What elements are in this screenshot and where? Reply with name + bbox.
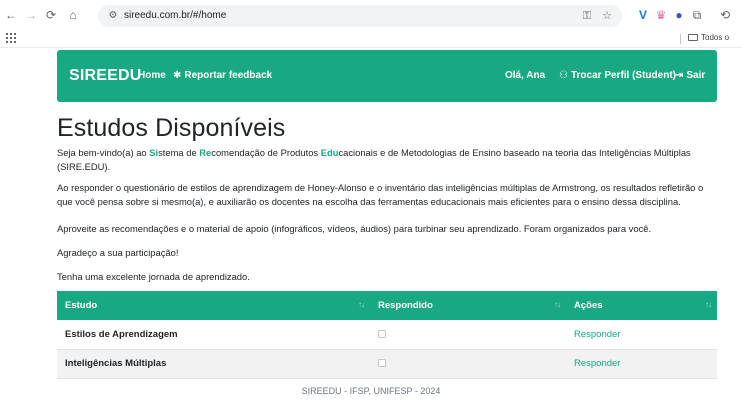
sort-icon[interactable]: ↑↓ bbox=[358, 300, 365, 309]
study-name: Estilos de Aprendizagem bbox=[57, 320, 370, 350]
bookmark-star-icon[interactable]: ☆ bbox=[600, 9, 614, 23]
bookmarks-bar: Todos o bbox=[0, 30, 742, 48]
user-greeting-label: Olá, Ana bbox=[505, 70, 546, 81]
sort-icon[interactable]: ↑↓ bbox=[554, 300, 561, 309]
table-row: Estilos de Aprendizagem Responder bbox=[57, 320, 717, 350]
instructions-paragraph: Ao responder o questionário de estilos d… bbox=[57, 182, 704, 207]
browser-toolbar: ← → ⟳ ⌂ ⚙ sireedu.com.br/#/home ⚿ ☆ V ♛ … bbox=[0, 0, 742, 30]
folder-icon bbox=[688, 34, 698, 41]
action-cell: Responder bbox=[566, 320, 717, 350]
apps-grid-icon[interactable] bbox=[6, 33, 16, 43]
extension-crown-icon[interactable]: ♛ bbox=[654, 8, 668, 22]
column-header-study[interactable]: Estudo ↑↓ bbox=[57, 291, 370, 320]
bookmark-folder-all[interactable]: Todos o bbox=[688, 33, 729, 42]
sort-icon[interactable]: ↑↓ bbox=[705, 300, 712, 309]
user-greeting: Olá, Ana bbox=[505, 70, 545, 81]
table-row: Inteligências Múltiplas Responder bbox=[57, 349, 717, 379]
respond-link[interactable]: Responder bbox=[574, 329, 620, 340]
brand-logo[interactable]: SIREEDU bbox=[69, 67, 142, 85]
column-header-actions[interactable]: Ações ↑↓ bbox=[566, 291, 717, 320]
answered-cell bbox=[370, 349, 566, 379]
answered-checkbox bbox=[378, 330, 386, 339]
studies-table: Estudo ↑↓ Respondido ↑↓ Ações ↑↓ Estilos… bbox=[57, 291, 717, 379]
bookmarks-divider bbox=[680, 34, 681, 44]
respond-link[interactable]: Responder bbox=[574, 358, 620, 369]
study-name: Inteligências Múltiplas bbox=[57, 349, 370, 379]
users-icon: ⚇ bbox=[559, 70, 568, 81]
page-title: Estudos Disponíveis bbox=[57, 114, 286, 142]
history-icon[interactable]: ⟲ bbox=[718, 8, 732, 22]
reload-icon[interactable]: ⟳ bbox=[44, 8, 58, 22]
intro-paragraph: Seja bem-vindo(a) ao Sistema de Recomend… bbox=[57, 147, 691, 172]
column-header-answered[interactable]: Respondido ↑↓ bbox=[370, 291, 566, 320]
site-settings-icon[interactable]: ⚙ bbox=[106, 9, 120, 23]
switch-profile-link[interactable]: ⚇ Trocar Perfil (Student) bbox=[559, 70, 676, 81]
password-key-icon[interactable]: ⚿ bbox=[580, 9, 594, 23]
answered-cell bbox=[370, 320, 566, 350]
table-header-row: Estudo ↑↓ Respondido ↑↓ Ações ↑↓ bbox=[57, 291, 717, 320]
forward-arrow-icon[interactable]: → bbox=[24, 8, 38, 22]
page-footer: SIREEDU - IFSP, UNIFESP - 2024 bbox=[301, 386, 441, 396]
logout-link[interactable]: ⇥ Sair bbox=[675, 70, 705, 81]
sign-out-icon: ⇥ bbox=[675, 70, 684, 81]
back-arrow-icon[interactable]: ← bbox=[4, 8, 18, 22]
nav-feedback-label: Reportar feedback bbox=[184, 70, 273, 81]
nav-feedback-link[interactable]: ✱ Reportar feedback bbox=[173, 70, 272, 81]
answered-checkbox bbox=[378, 359, 386, 368]
address-bar[interactable]: ⚙ sireedu.com.br/#/home ⚿ ☆ bbox=[98, 5, 622, 27]
bookmark-folder-label: Todos o bbox=[701, 33, 730, 42]
logout-label: Sair bbox=[686, 70, 706, 81]
switch-profile-label: Trocar Perfil (Student) bbox=[570, 70, 676, 81]
extensions-puzzle-icon[interactable]: ⧉ bbox=[690, 8, 704, 22]
nav-home-link[interactable]: Home bbox=[138, 70, 166, 81]
closing-paragraph: Tenha uma excelente jornada de aprendiza… bbox=[57, 271, 250, 282]
nav-home-label: Home bbox=[138, 70, 166, 81]
extension-circle-icon[interactable]: ● bbox=[672, 8, 686, 22]
extension-v-icon[interactable]: V bbox=[636, 8, 650, 22]
resources-paragraph: Aproveite as recomendações e o material … bbox=[57, 223, 652, 234]
bug-icon: ✱ bbox=[173, 70, 182, 81]
action-cell: Responder bbox=[566, 349, 717, 379]
app-navbar: SIREEDU Home ✱ Reportar feedback Olá, An… bbox=[57, 50, 717, 102]
thanks-paragraph: Agradeço a sua participação! bbox=[57, 247, 179, 258]
url-text: sireedu.com.br/#/home bbox=[124, 10, 227, 21]
home-icon[interactable]: ⌂ bbox=[66, 8, 80, 22]
